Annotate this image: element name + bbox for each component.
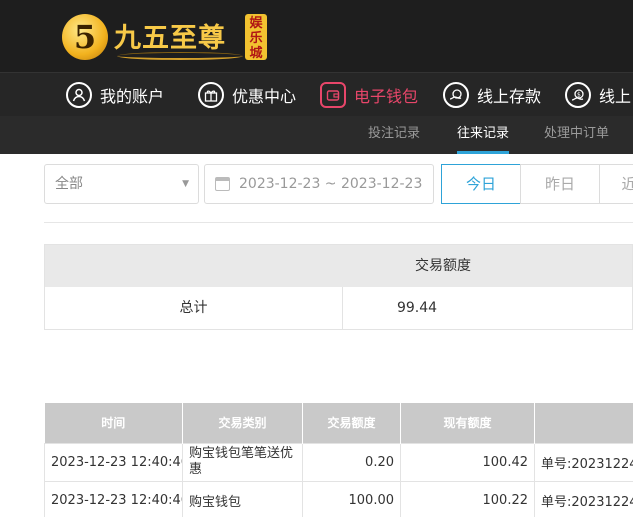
page: 5 九五至尊 娱乐城 我的账户 优惠中心 电子钱包 线上存款 $ 线上 投注记录… xyxy=(0,0,633,517)
nav-online-deposit[interactable]: 线上存款 xyxy=(443,73,541,117)
column-header-time: 时间 xyxy=(44,403,183,443)
table-row: 2023-12-23 12:40:46 购宝钱包 100.00 100.22 单… xyxy=(44,480,633,517)
gift-icon xyxy=(198,82,224,108)
nav-promotions[interactable]: 优惠中心 xyxy=(198,73,296,117)
deposit-icon xyxy=(443,82,469,108)
nav-e-wallet[interactable]: 电子钱包 xyxy=(320,73,418,117)
tab-transaction-records[interactable]: 往来记录 xyxy=(457,116,510,154)
divider xyxy=(44,222,633,223)
type-select[interactable]: 全部 ▼ xyxy=(44,164,199,204)
table-row: 2023-12-23 12:40:46 购宝钱包笔笔送优惠 0.20 100.4… xyxy=(44,442,633,482)
logo-digit: 5 xyxy=(73,18,97,56)
summary-total-label: 总计 xyxy=(45,287,343,329)
summary-header: 交易额度 xyxy=(45,245,632,287)
nav-label: 线上 xyxy=(599,87,632,106)
recent-button[interactable]: 近 xyxy=(599,164,633,204)
nav-my-account[interactable]: 我的账户 xyxy=(66,73,164,117)
cell-time: 2023-12-23 12:40:46 xyxy=(44,480,183,517)
brand-name: 九五至尊 xyxy=(114,23,226,54)
nav-label: 线上存款 xyxy=(477,87,542,106)
cell-amount: 100.00 xyxy=(302,480,401,517)
tab-bet-records[interactable]: 投注记录 xyxy=(368,116,420,154)
nav-label: 电子钱包 xyxy=(354,87,419,106)
summary-total-value: 99.44 xyxy=(343,287,633,329)
column-header-balance: 现有额度 xyxy=(400,403,535,443)
cell-time: 2023-12-23 12:40:46 xyxy=(44,442,183,482)
summary-header-label: 交易额度 xyxy=(415,258,471,274)
cell-balance: 100.42 xyxy=(400,442,535,482)
date-range-value: 2023-12-23 ~ 2023-12-23 xyxy=(239,176,423,192)
main-nav: 我的账户 优惠中心 电子钱包 线上存款 $ 线上 xyxy=(0,72,633,116)
date-range-input[interactable]: 2023-12-23 ~ 2023-12-23 xyxy=(204,164,434,204)
table-header-row: 时间 交易类别 交易额度 现有额度 xyxy=(44,403,633,443)
nav-label: 我的账户 xyxy=(100,87,165,106)
yesterday-button[interactable]: 昨日 xyxy=(520,164,600,204)
withdraw-icon: $ xyxy=(565,82,591,108)
cell-note: 单号:20231224 xyxy=(534,442,633,482)
user-icon xyxy=(66,82,92,108)
wallet-icon xyxy=(320,82,346,108)
nav-label: 优惠中心 xyxy=(232,87,297,106)
cell-amount: 0.20 xyxy=(302,442,401,482)
summary-total-amount: 99.44 xyxy=(396,300,438,316)
summary-table: 交易额度 总计 99.44 xyxy=(44,244,633,330)
site-header: 5 九五至尊 娱乐城 xyxy=(0,0,633,72)
caret-down-icon: ▼ xyxy=(182,179,189,189)
nav-online-withdraw[interactable]: $ 线上 xyxy=(565,73,631,117)
column-header-note xyxy=(534,403,633,443)
tab-pending-orders[interactable]: 处理中订单 xyxy=(544,116,609,154)
summary-row: 总计 99.44 xyxy=(45,287,632,329)
brand-badge-text: 娱乐城 xyxy=(249,16,263,61)
calendar-icon xyxy=(215,177,230,191)
column-header-category: 交易类别 xyxy=(182,403,303,443)
cell-category: 购宝钱包笔笔送优惠 xyxy=(182,442,303,482)
column-header-amount: 交易额度 xyxy=(302,403,401,443)
cell-balance: 100.22 xyxy=(400,480,535,517)
sub-nav: 投注记录 往来记录 处理中订单 xyxy=(0,116,633,154)
today-button[interactable]: 今日 xyxy=(441,164,521,204)
type-select-value: 全部 xyxy=(55,176,83,192)
brand-badge: 娱乐城 xyxy=(245,14,267,61)
transactions-table: 时间 交易类别 交易额度 现有额度 2023-12-23 12:40:46 购宝… xyxy=(44,403,633,517)
cell-category: 购宝钱包 xyxy=(182,480,303,517)
brand-logo[interactable]: 5 九五至尊 娱乐城 xyxy=(62,8,272,66)
logo-ornament xyxy=(117,52,243,60)
cell-note: 单号:20231224 xyxy=(534,480,633,517)
